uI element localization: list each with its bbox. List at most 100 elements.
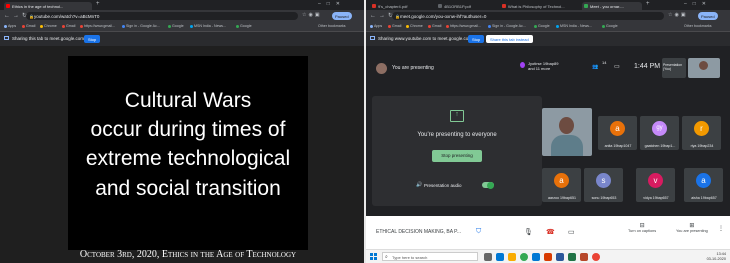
task-view-icon[interactable] <box>484 253 492 261</box>
extension-icons[interactable]: ☆◉▣ <box>668 12 688 18</box>
present-now-button[interactable]: ⊞ You are presenting <box>676 223 708 234</box>
office-icon[interactable] <box>544 253 552 261</box>
taskbar-search-input[interactable]: ⌕ Type here to search <box>382 252 478 261</box>
other-bookmarks[interactable]: Other bookmarks <box>318 24 346 28</box>
excel-icon[interactable] <box>568 253 576 261</box>
sharing-text: Sharing this tab to meet.google.com <box>12 36 85 41</box>
new-tab-icon[interactable]: + <box>96 1 100 7</box>
bookmark-item[interactable]: https://www.gmail... <box>80 24 115 28</box>
slide-line-2: occur during times of <box>90 118 286 141</box>
windows-start-icon[interactable] <box>370 253 377 260</box>
bookmark-item[interactable]: Chrome <box>406 24 423 28</box>
people-icon[interactable]: 👥 <box>592 64 598 70</box>
presenting-label: You are presenting <box>392 65 434 71</box>
participant-tile[interactable]: a aarzoo 19bap651 <box>542 168 581 202</box>
participant-tile[interactable]: gy gaatchen 19bap1... <box>640 116 679 150</box>
chrome-icon[interactable] <box>520 253 528 261</box>
bookmark-item[interactable]: Google <box>236 24 252 28</box>
shield-icon[interactable]: ⛉ <box>476 228 481 236</box>
file-explorer-icon[interactable] <box>508 253 516 261</box>
extension-icons[interactable]: ☆◉▣ <box>302 12 322 18</box>
more-options-icon[interactable]: ⋮ <box>718 225 724 232</box>
bookmark-item[interactable]: MSN India - News... <box>556 24 592 28</box>
tab-label: Ethics in the age of technol... <box>12 4 64 9</box>
joined-info[interactable]: Jyotirse 19bap89 and 11 more <box>528 61 558 71</box>
participant-avatar: s <box>596 173 611 188</box>
address-text: youtube.com/watch?v=aBcMnT0 <box>34 13 100 19</box>
video-slide[interactable]: Cultural Wars occur during times of extr… <box>68 56 308 250</box>
share-this-tab-button[interactable]: Share this tab instead <box>486 35 533 43</box>
meeting-clock: 1:44 PM <box>634 63 661 70</box>
bookmark-item[interactable]: Sign in - Google Ac... <box>488 24 526 28</box>
tab-philosophy[interactable]: What is Philosophy of Technol... <box>500 2 578 10</box>
tab-pdf-1[interactable]: 9's_chapter4.pdf <box>370 2 432 10</box>
meeting-title[interactable]: ETHICAL DECISION MAKING, BA P... <box>376 229 461 235</box>
participant-tile[interactable]: a aisha 19bap657 <box>684 168 723 202</box>
participant-tile[interactable]: v vidya 19bap657 <box>636 168 675 202</box>
bookmarks-bar: Apps Gmail Chrome Gmail https://www.gmai… <box>366 22 730 32</box>
presentation-audio-toggle[interactable] <box>482 181 494 189</box>
tab-pdf-2[interactable]: 4B1ORB1P.pdf <box>436 2 496 10</box>
profile-paused-button[interactable]: Paused <box>332 12 352 20</box>
tab-meet[interactable]: Meet - you ornar-... <box>582 2 642 10</box>
edge-icon[interactable] <box>496 253 504 261</box>
presentation-card: ↑ You're presenting to everyone Stop pre… <box>372 96 542 206</box>
meet-icon <box>584 4 588 8</box>
globe-icon <box>438 4 442 8</box>
participant-video-tile[interactable] <box>542 108 592 156</box>
window-controls-icon[interactable]: –□✕ <box>318 1 346 7</box>
participant-name: aarzoo 19bap651 <box>548 196 576 200</box>
bookmark-item[interactable]: Gmail <box>62 24 75 28</box>
word-icon[interactable] <box>556 253 564 261</box>
stop-sharing-button[interactable]: Stop <box>84 35 101 43</box>
slide-line-3: extreme technological <box>85 147 291 170</box>
window-controls-icon[interactable]: –□✕ <box>684 1 712 7</box>
participant-name: anita 19bap1047 <box>604 144 632 148</box>
participant-name: riya 19bap234 <box>690 144 714 148</box>
bookmark-item[interactable]: Apps <box>4 24 16 28</box>
stop-sharing-button[interactable]: Stop <box>468 35 485 43</box>
address-bar[interactable]: 🔒 youtube.com/watch?v=aBcMnT0 <box>26 12 298 20</box>
participant-tile[interactable]: s sonu 19bap653 <box>584 168 623 202</box>
tab-label: 4B1ORB1P.pdf <box>444 4 471 9</box>
powerpoint-icon[interactable] <box>580 253 588 261</box>
bookmark-item[interactable]: Google <box>602 24 618 28</box>
participant-count: 14 <box>602 60 607 65</box>
other-bookmarks[interactable]: Other bookmarks <box>684 24 712 28</box>
system-clock[interactable]: 13:44 03-10-2020 <box>707 252 726 262</box>
microphone-icon[interactable]: 🎙 <box>524 228 533 236</box>
new-tab-icon[interactable]: + <box>646 1 650 7</box>
camera-icon[interactable]: ▭ <box>568 228 575 236</box>
tab-youtube[interactable]: Ethics in the age of technol... <box>4 2 92 10</box>
stop-presenting-button[interactable]: Stop presenting <box>432 150 482 162</box>
bookmark-item[interactable]: Google <box>534 24 550 28</box>
bookmark-item[interactable]: Gmail <box>388 24 401 28</box>
bookmark-item[interactable]: Gmail <box>22 24 35 28</box>
hang-up-icon[interactable]: ☎ <box>546 228 555 236</box>
bookmark-item[interactable]: Chrome <box>40 24 57 28</box>
chat-icon[interactable]: ▭ <box>614 63 620 70</box>
participant-photo <box>559 117 574 134</box>
bookmark-item[interactable]: Google <box>168 24 184 28</box>
pdf-icon <box>372 4 376 8</box>
bookmark-item[interactable]: Apps <box>370 24 382 28</box>
app-icon[interactable] <box>592 253 600 261</box>
participant-tile[interactable]: a anita 19bap1047 <box>598 116 637 150</box>
bookmark-item[interactable]: Gmail <box>428 24 441 28</box>
speaker-icon: 🔊 <box>416 182 423 188</box>
lock-icon: 🔒 <box>29 13 34 19</box>
presentation-mini-tile[interactable]: Presentation (You) <box>662 58 686 78</box>
bookmark-item[interactable]: https://www.gmail... <box>446 24 481 28</box>
profile-paused-button[interactable]: Paused <box>698 12 718 20</box>
participant-tile[interactable]: r riya 19bap234 <box>682 116 721 150</box>
bookmark-item[interactable]: Sign in - Google Ac... <box>122 24 160 28</box>
tab-label: 9's_chapter4.pdf <box>378 4 408 9</box>
tab-sharing-bar: Sharing this tab to meet.google.com Stop <box>0 32 364 46</box>
participant-avatar: a <box>610 121 625 136</box>
captions-button[interactable]: ⊟ Turn on captions <box>628 223 656 234</box>
store-icon[interactable] <box>532 253 540 261</box>
bookmark-item[interactable]: MSN India - News... <box>190 24 226 28</box>
self-view-tile[interactable] <box>688 58 720 78</box>
bookmarks-bar: Apps Gmail Chrome Gmail https://www.gmai… <box>0 22 364 32</box>
address-bar[interactable]: 🔒 meet.google.com/you-oxnw-ihf?authuser=… <box>392 12 664 20</box>
